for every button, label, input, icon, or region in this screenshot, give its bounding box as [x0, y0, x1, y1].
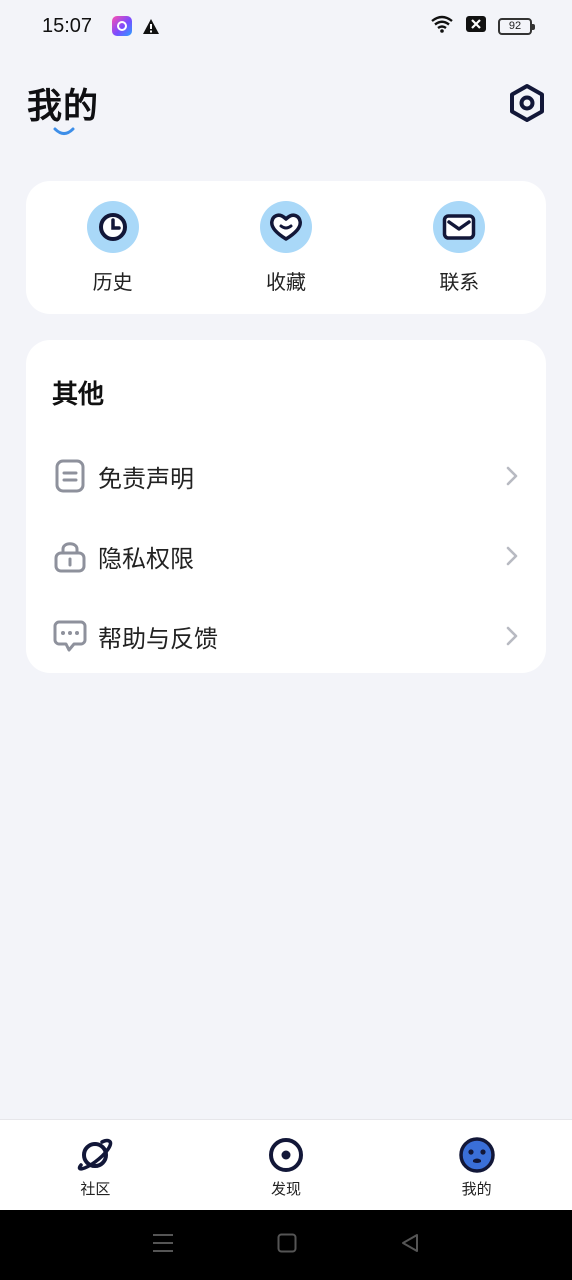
quick-actions-card: 历史 收藏 联系	[26, 181, 546, 314]
back-triangle-icon	[402, 1234, 419, 1252]
menu-item-label: 隐私权限	[98, 544, 194, 573]
lock-icon	[52, 538, 88, 574]
chevron-right-icon	[506, 466, 518, 486]
quick-item-label: 收藏	[265, 270, 306, 294]
bottom-tab-bar: 社区 发现 我的	[0, 1119, 572, 1210]
chevron-right-icon	[506, 626, 518, 646]
chat-icon	[52, 618, 88, 654]
title-underline-smile-icon	[53, 122, 75, 141]
page-header: 我的	[27, 78, 547, 138]
tab-mine[interactable]: 我的	[381, 1120, 572, 1210]
battery-indicator: 92	[498, 17, 535, 35]
notification-app-icon	[112, 16, 133, 36]
tab-label: 社区	[80, 1180, 111, 1198]
recent-apps-button[interactable]	[152, 1233, 174, 1257]
clock-icon	[86, 201, 139, 253]
menu-item-label: 帮助与反馈	[98, 624, 218, 653]
menu-item-help-feedback[interactable]: 帮助与反馈	[52, 610, 520, 662]
menu-item-disclaimer[interactable]: 免责声明	[52, 450, 520, 502]
eye-icon	[267, 1136, 305, 1174]
warning-icon	[142, 18, 160, 35]
heart-icon	[259, 201, 312, 253]
menu-item-privacy[interactable]: 隐私权限	[52, 530, 520, 582]
status-bar: 15:07 92	[0, 0, 572, 52]
page-title: 我的	[27, 87, 100, 127]
square-icon	[277, 1233, 297, 1253]
tab-discover[interactable]: 发现	[191, 1120, 382, 1210]
face-icon	[458, 1136, 496, 1174]
other-section-card: 其他 免责声明 隐私权限 帮助与反馈	[26, 340, 546, 673]
quick-item-favorites[interactable]: 收藏	[199, 181, 372, 314]
settings-button[interactable]	[507, 83, 547, 123]
home-button[interactable]	[277, 1233, 297, 1257]
system-navigation-bar	[0, 1210, 572, 1280]
chevron-right-icon	[506, 546, 518, 566]
tab-label: 我的	[461, 1180, 492, 1198]
wifi-icon	[430, 15, 454, 38]
tab-label: 发现	[271, 1180, 302, 1198]
menu-item-label: 免责声明	[98, 464, 194, 493]
document-icon	[52, 458, 88, 494]
quick-item-contact[interactable]: 联系	[373, 181, 546, 314]
tab-community[interactable]: 社区	[0, 1120, 191, 1210]
quick-item-history[interactable]: 历史	[26, 181, 199, 314]
no-sim-icon	[466, 15, 486, 37]
quick-item-label: 联系	[439, 270, 480, 294]
status-time: 15:07	[42, 14, 93, 37]
settings-hexagon-icon	[510, 84, 544, 122]
menu-lines-icon	[152, 1234, 173, 1252]
section-title: 其他	[52, 380, 105, 410]
back-button[interactable]	[400, 1233, 420, 1257]
mail-icon	[433, 201, 486, 253]
quick-item-label: 历史	[92, 270, 133, 294]
planet-icon	[76, 1136, 114, 1174]
